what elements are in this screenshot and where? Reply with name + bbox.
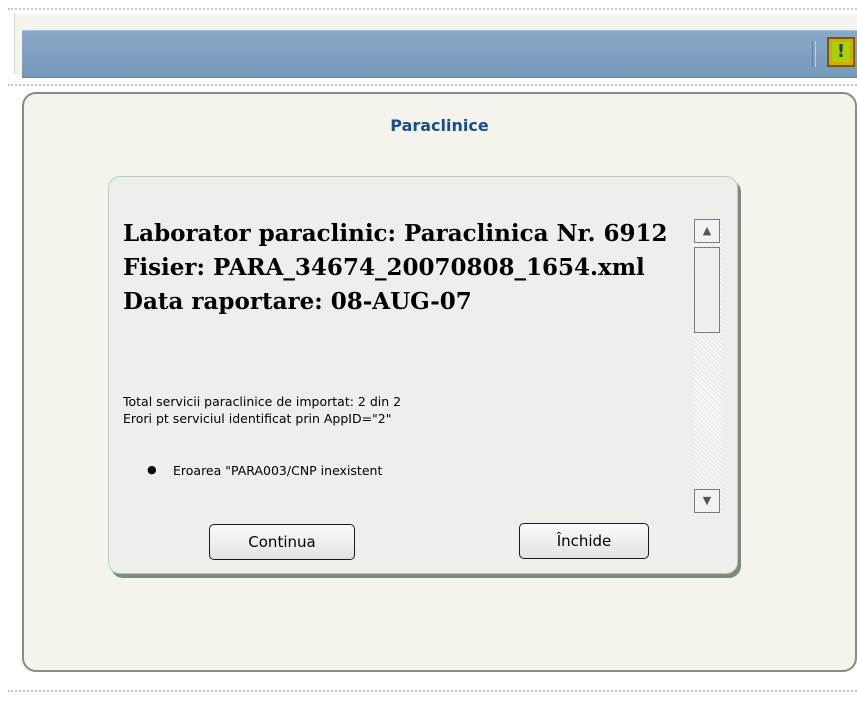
continua-button[interactable]: Continua bbox=[209, 524, 355, 560]
scroll-thumb[interactable] bbox=[694, 247, 720, 333]
scroll-down-icon[interactable]: ▼ bbox=[694, 489, 720, 513]
title-dotted-divider bbox=[8, 84, 857, 86]
inchide-button[interactable]: Închide bbox=[519, 523, 649, 559]
import-result-dialog: Laborator paraclinic: Paraclinica Nr. 69… bbox=[108, 176, 738, 574]
dialog-content: Laborator paraclinic: Paraclinica Nr. 69… bbox=[123, 217, 693, 507]
warning-icon: ! bbox=[832, 42, 850, 62]
top-dotted-divider bbox=[8, 8, 857, 10]
bottom-dotted-divider bbox=[8, 690, 857, 692]
vertical-scrollbar[interactable]: ▲ ▼ bbox=[693, 219, 723, 515]
laborator-heading: Laborator paraclinic: Paraclinica Nr. 69… bbox=[123, 220, 668, 247]
data-raportare-heading: Data raportare: 08-AUG-07 bbox=[123, 288, 472, 315]
error-list-item: Eroarea "PARA003/CNP inexistent bbox=[147, 463, 382, 478]
panel-title: Paraclinice bbox=[390, 116, 489, 135]
title-bar: ! bbox=[22, 30, 857, 78]
scroll-up-icon[interactable]: ▲ bbox=[694, 219, 720, 243]
fisier-heading: Fisier: PARA_34674_20070808_1654.xml bbox=[123, 254, 645, 281]
errors-header-text: Erori pt serviciul identificat prin AppI… bbox=[123, 411, 392, 426]
warning-button[interactable]: ! bbox=[827, 37, 855, 67]
toolbar-separator bbox=[812, 41, 816, 67]
total-services-text: Total servicii paraclinice de importat: … bbox=[123, 394, 402, 409]
